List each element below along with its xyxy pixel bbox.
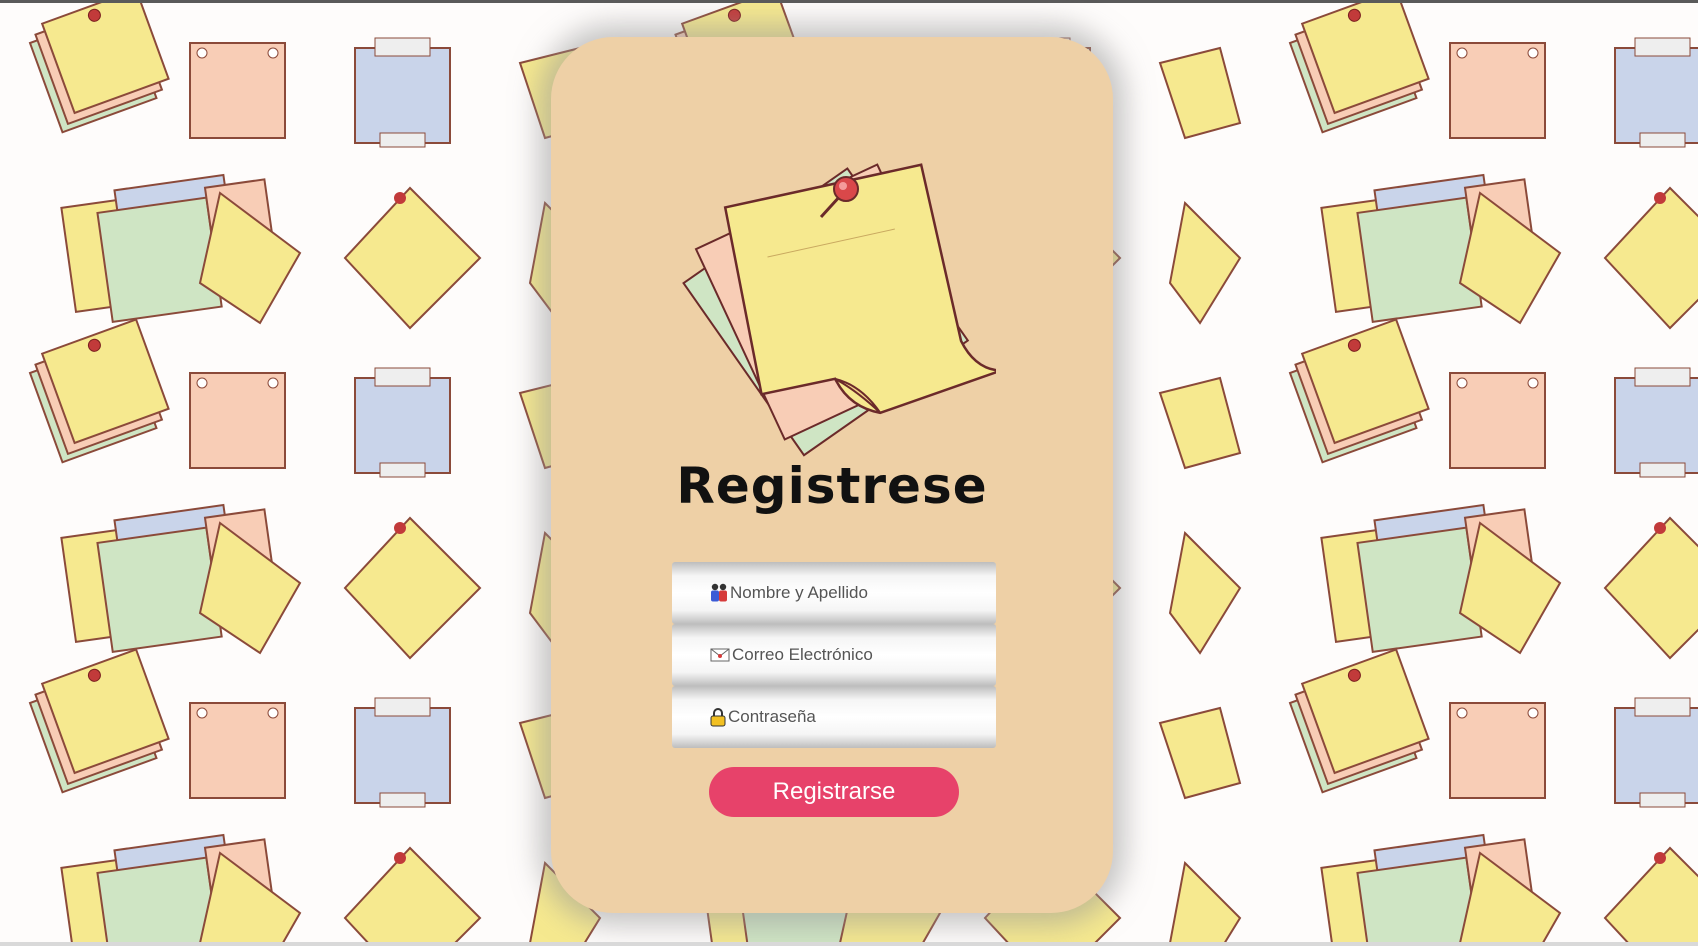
email-input[interactable]: Correo Electrónico <box>672 624 996 686</box>
password-placeholder: Contraseña <box>728 707 816 726</box>
window-bottom-border <box>0 942 1698 946</box>
registration-card: Registrese Nombre y Apellido Correo Elec… <box>551 37 1113 913</box>
page-title: Registrese <box>676 457 988 515</box>
name-placeholder: Nombre y Apellido <box>730 583 868 602</box>
email-placeholder: Correo Electrónico <box>732 645 873 664</box>
people-icon <box>710 583 728 603</box>
sticky-note-illustration <box>682 163 996 457</box>
register-button[interactable]: Registrarse <box>709 767 959 817</box>
lock-icon <box>710 707 726 727</box>
password-input[interactable]: Contraseña <box>672 686 996 748</box>
name-input[interactable]: Nombre y Apellido <box>672 562 996 624</box>
envelope-icon <box>710 648 730 662</box>
